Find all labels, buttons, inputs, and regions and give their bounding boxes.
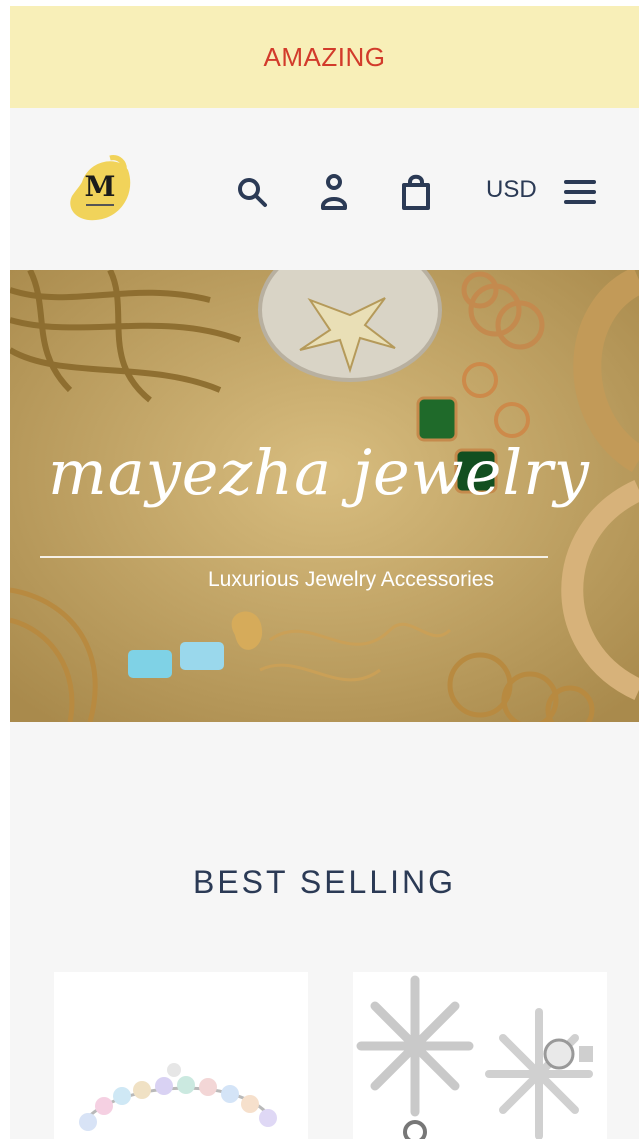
currency-selector[interactable]: USD xyxy=(486,176,537,204)
mayezha-logo-icon: M xyxy=(70,155,131,221)
hero-underline xyxy=(40,556,548,558)
hero-brand-script: mayezha jewelry xyxy=(48,436,590,509)
store-logo[interactable]: M xyxy=(62,152,138,228)
best-selling-title: BEST SELLING xyxy=(192,864,457,900)
search-icon[interactable] xyxy=(232,172,272,212)
hero-banner[interactable]: mayezha jewelry Luxurious Jewelry Access… xyxy=(10,270,639,722)
site-header: M USD xyxy=(10,108,639,270)
hero-tagline: Luxurious Jewelry Accessories xyxy=(208,568,494,591)
page: AMAZING M USD mayezha jewelry Luxurious … xyxy=(10,6,639,1139)
hamburger-menu-icon[interactable] xyxy=(560,172,600,212)
account-icon[interactable] xyxy=(314,172,354,212)
announcement-text: AMAZING xyxy=(263,41,386,72)
svg-text:M: M xyxy=(85,170,116,203)
cart-icon[interactable] xyxy=(396,172,436,212)
crystal-bracelet-image xyxy=(79,1063,277,1131)
snowflake-earrings-image xyxy=(356,975,593,1139)
product-card[interactable] xyxy=(54,972,308,1139)
product-card[interactable] xyxy=(353,972,607,1139)
announcement-bar[interactable]: AMAZING xyxy=(10,6,639,108)
